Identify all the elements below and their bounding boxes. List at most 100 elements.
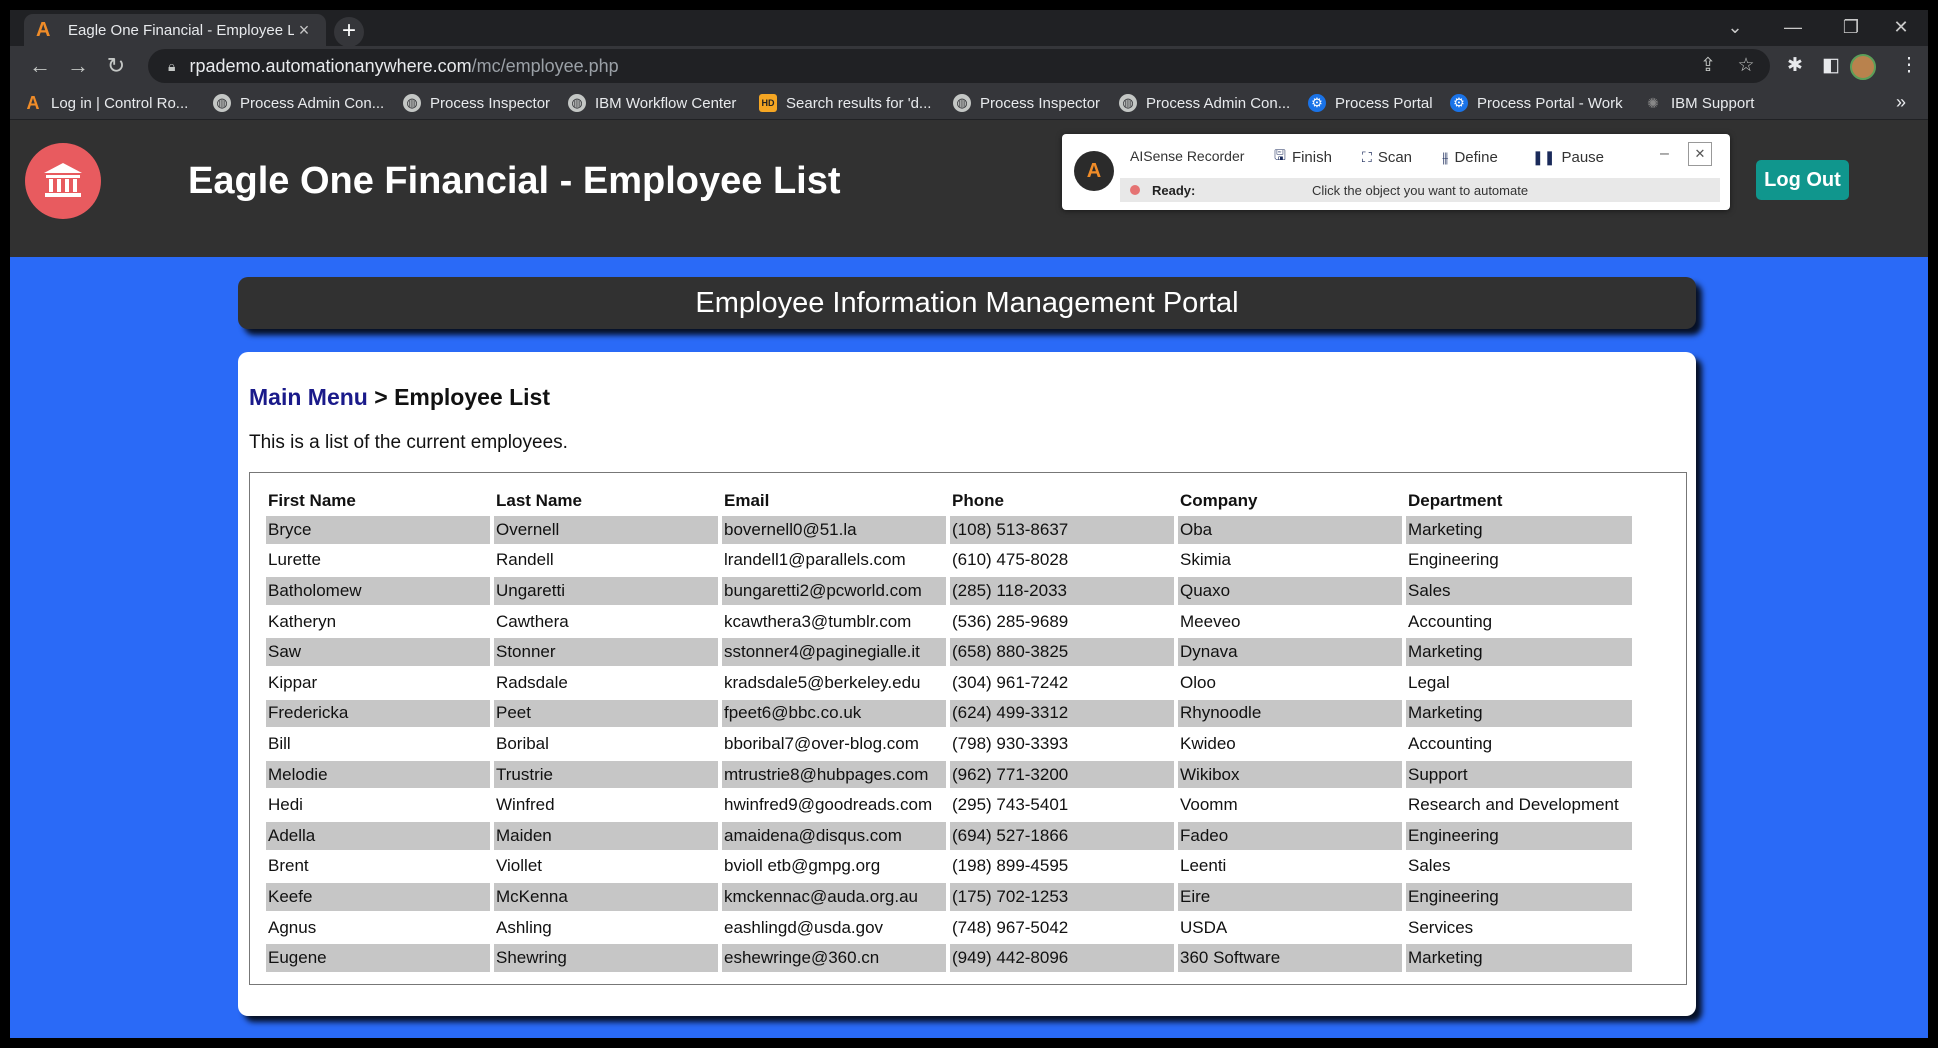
- logout-button[interactable]: Log Out: [1756, 160, 1849, 200]
- bookmarks-bar: A Log in | Control Ro... ◍ Process Admin C…: [10, 86, 1928, 120]
- aisense-recorder-panel: A AISense Recorder 🖫︎ Finish ⛶ Scan ⫵ Defin…: [1062, 134, 1730, 210]
- bookmark-item[interactable]: ◍ IBM Workflow Center: [568, 92, 736, 114]
- cell-email: bvioll etb@gmpg.org: [724, 856, 881, 876]
- cell-department: Research and Development: [1408, 795, 1619, 815]
- cell-phone: (694) 527-1866: [950, 821, 1174, 850]
- column-header-first-name: First Name: [268, 491, 356, 510]
- cell-phone: (295) 743-5401: [952, 795, 1069, 815]
- bookmark-item[interactable]: ⚙ Process Portal: [1308, 92, 1433, 114]
- close-window-icon[interactable]: ✕: [1872, 10, 1928, 46]
- bookmark-item[interactable]: ⚙ Process Portal - Work: [1450, 92, 1623, 114]
- cell-last-name: Radsdale: [496, 672, 568, 692]
- employee-table: First Name Last Name Email Phone Company…: [262, 486, 1636, 975]
- profile-avatar[interactable]: [1850, 54, 1876, 80]
- bookmarks-overflow-icon[interactable]: »: [1896, 92, 1906, 113]
- bank-logo-icon: [25, 143, 101, 219]
- cell-first-name: Bill: [268, 733, 291, 753]
- address-bar[interactable]: 🔒︎ rpademo.automationanywhere.com/mc/emp…: [148, 49, 1770, 83]
- cell-first-name: Adella: [266, 821, 490, 850]
- cell-department: Engineering: [1408, 550, 1499, 570]
- recorder-status-bar: Ready: Click the object you want to auto…: [1120, 178, 1720, 202]
- bookmark-item[interactable]: ◍ Process Inspector: [403, 92, 550, 114]
- table-row: Adella Maiden amaidena@disqus.com (694) 527…: [266, 821, 1632, 850]
- menu-icon[interactable]: ⋮: [1892, 51, 1926, 81]
- cell-department: Marketing: [1406, 638, 1632, 666]
- bookmark-item[interactable]: HD Search results for 'd...: [759, 92, 931, 114]
- cell-department: Marketing: [1406, 944, 1632, 972]
- reload-icon[interactable]: ↻: [100, 51, 132, 81]
- cell-phone: (175) 702-1253: [950, 883, 1174, 911]
- cell-first-name: Eugene: [266, 944, 490, 972]
- cell-first-name: Kippar: [268, 672, 318, 692]
- scan-button[interactable]: ⛶ Scan: [1362, 146, 1412, 168]
- sliders-icon: ⫵: [1442, 148, 1449, 165]
- portal-banner: Employee Information Management Portal: [238, 277, 1696, 329]
- cell-last-name: Shewring: [494, 944, 718, 972]
- table-row: Fredericka Peet fpeet6@bbc.co.uk (624) 499-…: [266, 699, 1632, 728]
- new-tab-button[interactable]: +: [334, 17, 364, 47]
- pause-button[interactable]: ❚❚ Pause: [1532, 146, 1604, 168]
- bookmark-star-icon[interactable]: ☆: [1728, 49, 1764, 83]
- recorder-minimize-icon[interactable]: –: [1660, 145, 1669, 163]
- define-button[interactable]: ⫵ Define: [1442, 146, 1498, 168]
- cell-email: kmckennac@auda.org.au: [722, 883, 946, 911]
- automation-anywhere-icon: A: [36, 18, 51, 41]
- tab-close-icon[interactable]: ×: [294, 20, 314, 41]
- cell-company: Skimia: [1180, 550, 1232, 570]
- cell-phone: (798) 930-3393: [952, 733, 1069, 753]
- cell-department: Accounting: [1408, 733, 1493, 753]
- browser-toolbar: ← → ↻ 🔒︎ rpademo.automationanywhere.com /…: [10, 46, 1928, 86]
- tab-search-icon[interactable]: ⌄: [1706, 10, 1764, 46]
- column-header-department: Department: [1408, 491, 1503, 510]
- table-row: Lurette Randell lrandell1@parallels.com (61…: [266, 547, 1632, 575]
- bookmark-item[interactable]: ◍ Process Admin Con...: [213, 92, 384, 114]
- breadcrumb-current: Employee List: [394, 384, 550, 410]
- cell-first-name: Lurette: [268, 550, 321, 570]
- cell-last-name: Maiden: [494, 821, 718, 850]
- hd-icon: HD: [759, 94, 777, 112]
- cell-department: Support: [1406, 760, 1632, 789]
- share-icon[interactable]: ⇪: [1690, 49, 1726, 83]
- globe-icon: ◍: [568, 94, 586, 112]
- bookmark-item[interactable]: ◍ Process Inspector: [953, 92, 1100, 114]
- forward-icon[interactable]: →: [62, 51, 94, 81]
- cell-email: kcawthera3@tumblr.com: [724, 611, 912, 631]
- column-header-phone: Phone: [952, 491, 1004, 510]
- browser-window: A Eagle One Financial - Employee L × + ⌄…: [10, 10, 1928, 1038]
- cell-first-name: Melodie: [266, 760, 490, 789]
- recorder-close-icon[interactable]: ✕: [1688, 142, 1712, 166]
- bookmark-item[interactable]: A Log in | Control Ro...: [24, 92, 189, 114]
- cell-last-name: Ungaretti: [494, 577, 718, 605]
- back-icon[interactable]: ←: [24, 51, 56, 81]
- finish-button[interactable]: 🖫︎ Finish: [1274, 146, 1332, 168]
- globe-icon: ◍: [1119, 94, 1137, 112]
- breadcrumb-separator: >: [367, 384, 395, 410]
- bookmark-item[interactable]: ◍ Process Admin Con...: [1119, 92, 1290, 114]
- table-row: Kippar Radsdale kradsdale5@berkeley.edu (30…: [266, 669, 1632, 697]
- table-row: Saw Stonner sstonner4@paginegialle.it (658)…: [266, 638, 1632, 666]
- globe-icon: ◍: [213, 94, 231, 112]
- url-path: /mc/employee.php: [471, 55, 619, 76]
- pause-icon: ❚❚: [1532, 148, 1556, 165]
- side-panel-icon[interactable]: ◧: [1814, 51, 1848, 81]
- cell-department: Services: [1408, 917, 1474, 937]
- cell-phone: (198) 899-4595: [952, 856, 1069, 876]
- table-row: Melodie Trustrie mtrustrie8@hubpages.com (9…: [266, 760, 1632, 789]
- page-content: Eagle One Financial - Employee List Log …: [10, 120, 1928, 1038]
- extensions-icon[interactable]: ✱: [1778, 51, 1812, 81]
- cell-last-name: Ashling: [496, 917, 552, 937]
- cell-last-name: Cawthera: [496, 611, 569, 631]
- cell-company: Leenti: [1180, 856, 1227, 876]
- table-row: Hedi Winfred hwinfred9@goodreads.com (295) …: [266, 791, 1632, 819]
- minimize-window-icon[interactable]: —: [1764, 10, 1822, 46]
- cell-email: kradsdale5@berkeley.edu: [724, 672, 921, 692]
- employee-table-container: First Name Last Name Email Phone Company…: [249, 472, 1687, 985]
- tab-active[interactable]: A Eagle One Financial - Employee L ×: [24, 14, 326, 46]
- cell-company: USDA: [1180, 917, 1228, 937]
- ibm-icon: ✺: [1647, 94, 1659, 111]
- cell-phone: (624) 499-3312: [950, 699, 1174, 728]
- main-menu-link[interactable]: Main Menu: [249, 384, 368, 410]
- bookmark-item[interactable]: ✺ IBM Support: [1644, 92, 1754, 114]
- breadcrumb: Main Menu > Employee List: [249, 384, 550, 411]
- cell-phone: (610) 475-8028: [952, 550, 1069, 570]
